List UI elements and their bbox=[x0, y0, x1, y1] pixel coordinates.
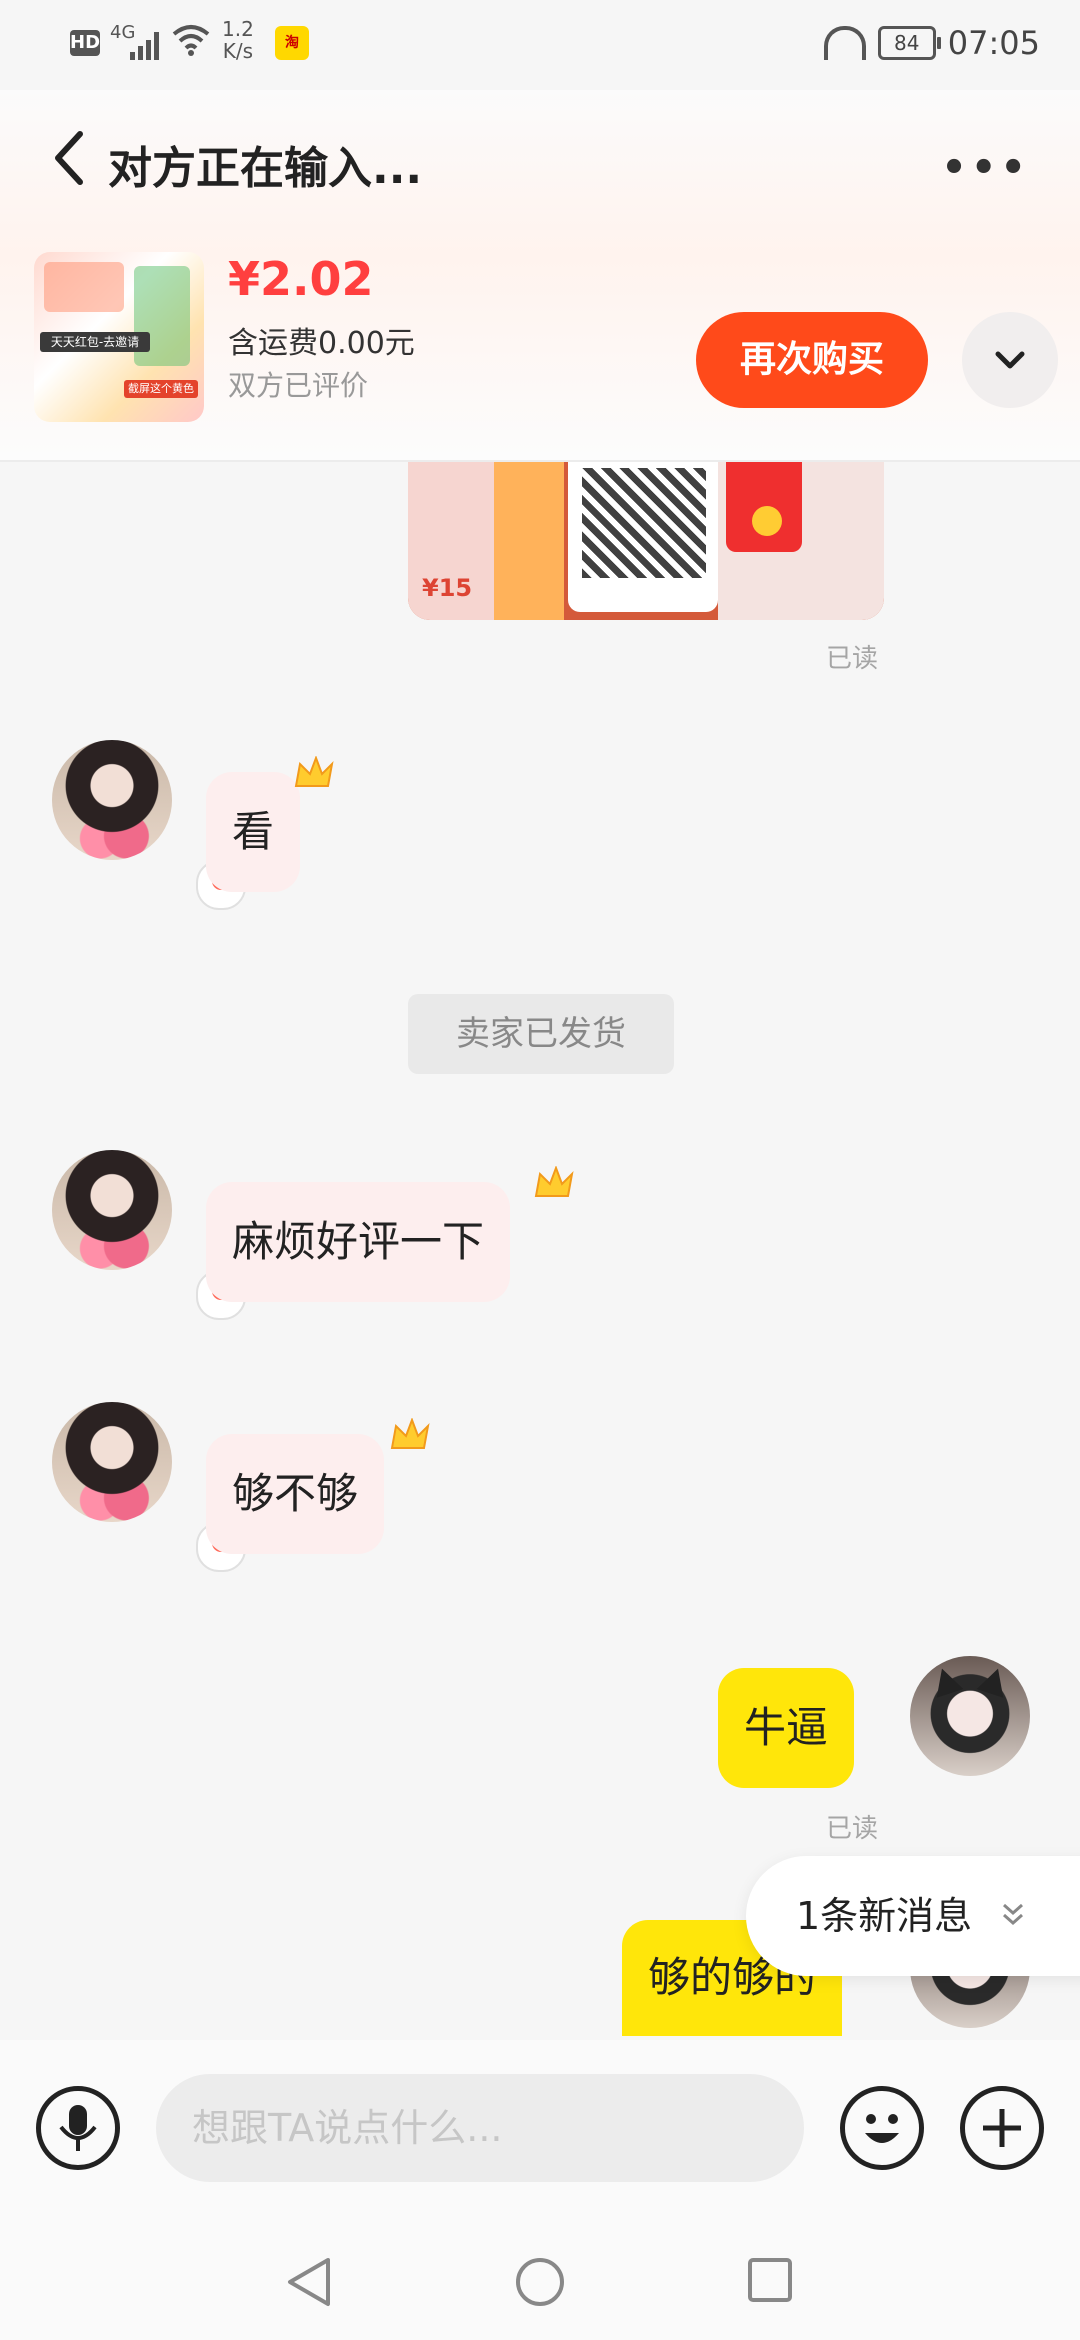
red-packet-icon bbox=[726, 462, 802, 552]
avatar[interactable] bbox=[52, 1150, 172, 1270]
message-bubble-incoming[interactable]: 麻烦好评一下 bbox=[206, 1182, 511, 1302]
chat-image-message[interactable]: ¥15 有礼 bbox=[408, 462, 884, 620]
read-receipt: 已读 bbox=[826, 1814, 879, 1844]
signal-icon bbox=[130, 28, 164, 60]
speed-unit: K/s bbox=[222, 39, 254, 63]
expand-button[interactable] bbox=[962, 312, 1058, 408]
read-receipt: 已读 bbox=[826, 644, 879, 674]
shipping-fee: 含运费0.00元 bbox=[228, 326, 415, 361]
chevron-down-icon bbox=[995, 351, 1025, 369]
image-price-tag: ¥15 bbox=[422, 574, 473, 602]
chevron-left-icon bbox=[55, 131, 83, 185]
crown-icon bbox=[390, 1418, 430, 1449]
nav-home-icon[interactable] bbox=[514, 2256, 566, 2308]
system-message: 卖家已发货 bbox=[408, 994, 674, 1074]
thumb-caption: 天天红包-去邀请 bbox=[40, 332, 150, 352]
status-right: 84 07:05 bbox=[823, 24, 1040, 62]
clock: 07:05 bbox=[947, 24, 1040, 62]
emoji-icon bbox=[865, 2114, 899, 2143]
double-chevron-down-icon bbox=[1003, 1903, 1023, 1926]
network-speed: 1.2 K/s bbox=[222, 18, 254, 62]
thumb-block bbox=[44, 262, 124, 312]
more-dots-icon[interactable]: ••• bbox=[941, 145, 1030, 191]
nav-back-icon[interactable] bbox=[284, 2256, 334, 2308]
input-bar: 想跟TA说点什么... bbox=[0, 2040, 1080, 2216]
status-bar: HD 4G 1.2 K/s 淘 84 07:05 bbox=[0, 0, 1080, 90]
message-bubble-incoming[interactable]: 看 bbox=[206, 772, 301, 892]
crown-icon bbox=[534, 1166, 574, 1197]
new-message-label: 1条新消息 bbox=[796, 1894, 973, 1938]
product-price: ¥2.02 bbox=[228, 252, 374, 306]
speed-value: 1.2 bbox=[222, 17, 254, 41]
page-title: 对方正在输入... bbox=[108, 143, 423, 194]
plus-icon bbox=[983, 2109, 1021, 2147]
message-bubble-incoming[interactable]: 够不够 bbox=[206, 1434, 385, 1554]
qr-pattern bbox=[582, 468, 706, 578]
message-bubble-outgoing[interactable]: 牛逼 bbox=[718, 1668, 855, 1788]
plus-button[interactable] bbox=[960, 2086, 1044, 2170]
chat-header: 对方正在输入... ••• 天天红包-去邀请 截屏这个黄色 ¥2.02 含运费0… bbox=[0, 90, 1080, 462]
new-message-toast[interactable]: 1条新消息 bbox=[746, 1856, 1080, 1976]
crown-icon bbox=[294, 756, 334, 787]
review-status: 双方已评价 bbox=[228, 369, 369, 402]
thumb-caption: 截屏这个黄色 bbox=[124, 380, 198, 398]
microphone-icon bbox=[59, 2105, 97, 2151]
image-panel bbox=[494, 462, 564, 620]
image-panel: ¥15 bbox=[408, 462, 500, 620]
avatar[interactable] bbox=[52, 1402, 172, 1522]
hd-indicator: HD bbox=[70, 30, 100, 56]
qr-code bbox=[568, 462, 718, 612]
battery-icon: 84 bbox=[877, 26, 941, 60]
system-nav-bar bbox=[0, 2216, 1080, 2340]
back-button[interactable] bbox=[50, 128, 90, 188]
app-notification-icon: 淘 bbox=[275, 26, 309, 60]
nav-recent-icon[interactable] bbox=[746, 2256, 794, 2304]
input-placeholder: 想跟TA说点什么... bbox=[192, 2106, 503, 2150]
wifi-icon bbox=[172, 24, 210, 65]
speedometer-icon bbox=[823, 26, 866, 60]
emoji-button[interactable] bbox=[840, 2086, 924, 2170]
product-card[interactable]: 天天红包-去邀请 截屏这个黄色 ¥2.02 含运费0.00元 双方已评价 再次购… bbox=[34, 252, 1058, 422]
rebuy-button[interactable]: 再次购买 bbox=[696, 312, 928, 408]
battery-level: 84 bbox=[894, 31, 920, 55]
avatar[interactable] bbox=[52, 740, 172, 860]
message-input[interactable]: 想跟TA说点什么... bbox=[156, 2074, 804, 2182]
my-avatar[interactable] bbox=[910, 1656, 1030, 1776]
product-thumbnail[interactable]: 天天红包-去邀请 截屏这个黄色 bbox=[34, 252, 204, 422]
microphone-button[interactable] bbox=[36, 2086, 120, 2170]
